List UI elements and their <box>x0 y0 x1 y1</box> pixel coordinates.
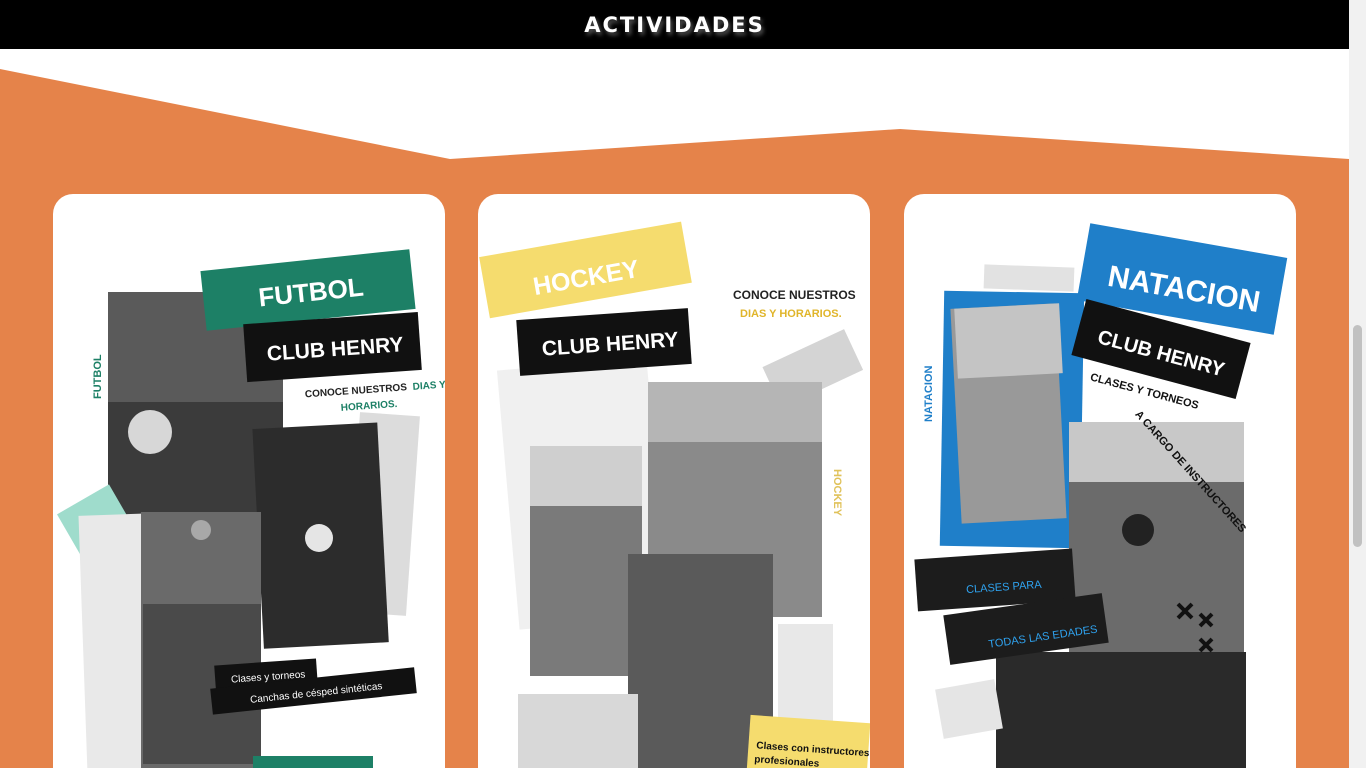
hockey-cta-accent: DIAS Y HORARIOS. <box>740 308 842 320</box>
futbol-poster: FUTBOL CLUB HENRY CONOCE NUESTROS DIAS Y… <box>57 249 445 768</box>
futbol-side-label: FUTBOL <box>92 354 104 399</box>
page: ACTIVIDADES FUTBOL CLUB HENRY CONOCE NUE… <box>0 0 1366 768</box>
activity-card-futbol[interactable]: FUTBOL CLUB HENRY CONOCE NUESTROS DIAS Y… <box>53 194 445 768</box>
hockey-poster: HOCKEY CLUB HENRY CONOCE NUESTROS DIAS Y… <box>479 221 870 768</box>
scrollbar-thumb[interactable] <box>1353 325 1362 547</box>
natacion-side-label: NATACION <box>923 366 935 422</box>
svg-text:CONOCE NUESTROS DIAS Y: CONOCE NUESTROS DIAS Y <box>305 379 445 400</box>
section-title: ACTIVIDADES <box>584 12 765 37</box>
futbol-cta-accent: DIAS Y <box>412 379 445 392</box>
natacion-poster: NATACION CLUB HENRY CLASES Y TORNEOS A C… <box>914 223 1288 768</box>
futbol-cta-accent-2: HORARIOS. <box>340 399 398 414</box>
hockey-side-label: HOCKEY <box>831 469 843 517</box>
hockey-cta-text: CONOCE NUESTROS <box>733 288 856 302</box>
top-header-bar: ACTIVIDADES <box>0 0 1349 49</box>
activity-card-hockey[interactable]: HOCKEY CLUB HENRY CONOCE NUESTROS DIAS Y… <box>478 194 870 768</box>
activity-card-natacion[interactable]: NATACION CLUB HENRY CLASES Y TORNEOS A C… <box>904 194 1296 768</box>
futbol-cta-text: CONOCE NUESTROS <box>305 382 408 400</box>
page-scrollbar[interactable] <box>1349 0 1366 768</box>
